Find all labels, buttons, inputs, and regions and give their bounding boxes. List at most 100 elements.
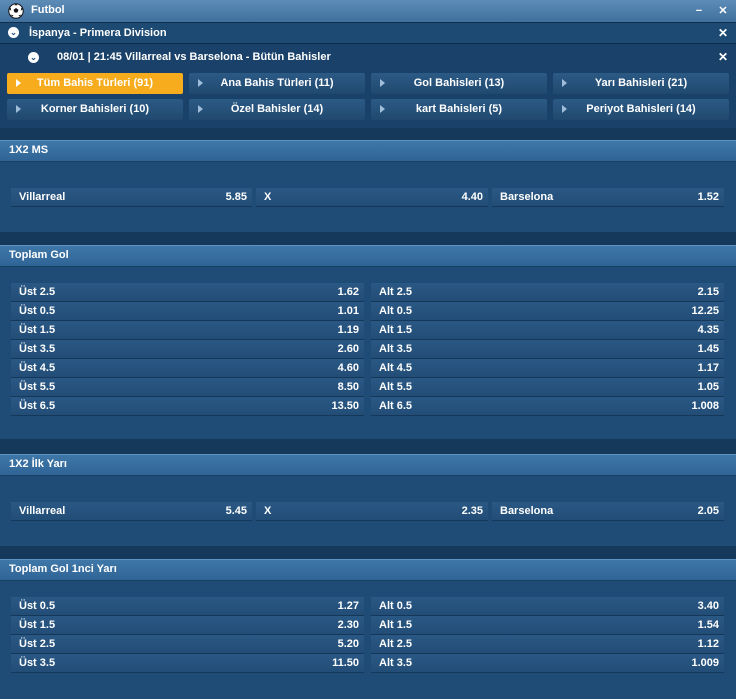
match-title: 08/01 | 21:45 Villarreal vs Barselona - …: [57, 51, 331, 63]
bet-odds: 1.27: [337, 600, 359, 612]
bet-cell-over[interactable]: Üst 5.5 8.50: [11, 378, 364, 397]
bet-cell-over[interactable]: Üst 0.5 1.01: [11, 302, 364, 321]
bet-cell-over[interactable]: Üst 6.5 13.50: [11, 397, 364, 416]
bet-odds: 2.05: [697, 505, 719, 517]
tab-goal-bets[interactable]: Gol Bahisleri (13): [371, 73, 547, 94]
bet-odds: 5.45: [225, 505, 247, 517]
bet-name: Üst 0.5: [19, 600, 56, 612]
bet-cell-under[interactable]: Alt 1.5 4.35: [371, 321, 724, 340]
window-titlebar: Futbol − ✕: [0, 0, 736, 23]
section-header-total-goals[interactable]: Toplam Gol: [0, 245, 736, 266]
bet-odds: 2.15: [697, 286, 719, 298]
bet-cell-over[interactable]: Üst 4.5 4.60: [11, 359, 364, 378]
bet-cell-over[interactable]: Üst 1.5 2.30: [11, 616, 364, 635]
bet-cell-under[interactable]: Alt 3.5 1.009: [371, 654, 724, 673]
bet-odds: 1.62: [337, 286, 359, 298]
bet-name: Alt 2.5: [379, 638, 413, 650]
bet-name: Alt 6.5: [379, 400, 413, 412]
tab-all-bets[interactable]: Tüm Bahis Türleri (91): [7, 73, 183, 94]
tab-label: Tüm Bahis Türleri (91): [36, 77, 154, 89]
bet-name: Üst 3.5: [19, 657, 56, 669]
bet-cell-under[interactable]: Alt 0.5 3.40: [371, 597, 724, 616]
bet-cell-away[interactable]: Barselona 1.52: [492, 188, 724, 207]
bet-name: Üst 1.5: [19, 324, 56, 336]
bet-name: Villarreal: [19, 191, 66, 203]
bet-odds: 1.05: [697, 381, 719, 393]
bet-odds: 1.008: [691, 400, 719, 412]
bet-cell-under[interactable]: Alt 6.5 1.008: [371, 397, 724, 416]
close-match-button[interactable]: ✕: [718, 50, 728, 64]
bet-cell-draw[interactable]: X 2.35: [256, 502, 488, 521]
tab-card-bets[interactable]: kart Bahisleri (5): [371, 99, 547, 120]
bet-odds: 1.52: [697, 191, 719, 203]
bet-odds: 13.50: [331, 400, 359, 412]
bet-cell-over[interactable]: Üst 0.5 1.27: [11, 597, 364, 616]
section-header-1x2-ms[interactable]: 1X2 MS: [0, 140, 736, 161]
bet-cell-home[interactable]: Villarreal 5.85: [11, 188, 252, 207]
minimize-button[interactable]: −: [691, 3, 707, 19]
match-bar: ⌄ 08/01 | 21:45 Villarreal vs Barselona …: [0, 44, 736, 70]
bet-name: Üst 2.5: [19, 638, 56, 650]
tab-period-bets[interactable]: Periyot Bahisleri (14): [553, 99, 729, 120]
bet-name: Alt 1.5: [379, 619, 413, 631]
bet-cell-under[interactable]: Alt 1.5 1.54: [371, 616, 724, 635]
bet-odds: 4.60: [337, 362, 359, 374]
bet-cell-away[interactable]: Barselona 2.05: [492, 502, 724, 521]
bet-cell-home[interactable]: Villarreal 5.45: [11, 502, 252, 521]
chevron-down-icon[interactable]: ⌄: [8, 27, 19, 38]
bet-name: Alt 0.5: [379, 600, 413, 612]
bet-name: Alt 3.5: [379, 657, 413, 669]
bet-cell-under[interactable]: Alt 3.5 1.45: [371, 340, 724, 359]
bet-odds: 2.35: [461, 505, 483, 517]
window-title: Futbol: [31, 4, 65, 16]
bet-name: Üst 5.5: [19, 381, 56, 393]
bet-cell-over[interactable]: Üst 1.5 1.19: [11, 321, 364, 340]
bet-cell-under[interactable]: Alt 0.5 12.25: [371, 302, 724, 321]
bet-name: Alt 3.5: [379, 343, 413, 355]
tab-special-bets[interactable]: Özel Bahisler (14): [189, 99, 365, 120]
section-title: 1X2 İlk Yarı: [9, 458, 67, 470]
section-header-total-goals-first-half[interactable]: Toplam Gol 1nci Yarı: [0, 559, 736, 580]
bet-odds: 1.009: [691, 657, 719, 669]
bet-odds: 4.35: [697, 324, 719, 336]
bet-odds: 1.17: [697, 362, 719, 374]
bet-odds: 5.85: [225, 191, 247, 203]
section-title: Toplam Gol: [9, 249, 69, 261]
bet-odds: 11.50: [332, 657, 359, 669]
bet-odds: 3.40: [697, 600, 719, 612]
bet-cell-under[interactable]: Alt 5.5 1.05: [371, 378, 724, 397]
bet-odds: 1.19: [337, 324, 359, 336]
bet-cell-over[interactable]: Üst 2.5 1.62: [11, 283, 364, 302]
chevron-down-icon[interactable]: ⌄: [28, 52, 39, 63]
bet-name: Üst 6.5: [19, 400, 56, 412]
bet-odds: 1.01: [337, 305, 359, 317]
bet-cell-under[interactable]: Alt 2.5 2.15: [371, 283, 724, 302]
section-body-1x2-first-half: Villarreal 5.45 X 2.35 Barselona 2.05: [0, 475, 736, 546]
section-body-1x2-ms: Villarreal 5.85 X 4.40 Barselona 1.52: [0, 161, 736, 232]
bet-name: Alt 2.5: [379, 286, 413, 298]
bet-cell-under[interactable]: Alt 2.5 1.12: [371, 635, 724, 654]
bet-name: Alt 1.5: [379, 324, 413, 336]
close-league-button[interactable]: ✕: [718, 26, 728, 40]
tab-label: Gol Bahisleri (13): [413, 77, 505, 89]
bet-cell-over[interactable]: Üst 3.5 2.60: [11, 340, 364, 359]
section-header-1x2-first-half[interactable]: 1X2 İlk Yarı: [0, 454, 736, 475]
section-body-total-goals: Üst 2.5 1.62 Alt 2.5 2.15 Üst 0.5 1.01 Alt …: [0, 266, 736, 439]
bet-cell-over[interactable]: Üst 3.5 11.50: [11, 654, 364, 673]
tab-half-bets[interactable]: Yarı Bahisleri (21): [553, 73, 729, 94]
tab-main-bets[interactable]: Ana Bahis Türleri (11): [189, 73, 365, 94]
bet-cell-over[interactable]: Üst 2.5 5.20: [11, 635, 364, 654]
bet-name: Üst 3.5: [19, 343, 56, 355]
league-title: İspanya - Primera Division: [29, 27, 167, 39]
bet-cell-draw[interactable]: X 4.40: [256, 188, 488, 207]
bet-name: Barselona: [500, 505, 554, 517]
close-window-button[interactable]: ✕: [715, 3, 731, 19]
bet-name: Üst 0.5: [19, 305, 56, 317]
bet-name: X: [264, 505, 272, 517]
bet-name: X: [264, 191, 272, 203]
tab-label: Periyot Bahisleri (14): [586, 103, 696, 115]
bet-name: Üst 1.5: [19, 619, 56, 631]
bet-name: Alt 4.5: [379, 362, 413, 374]
tab-corner-bets[interactable]: Korner Bahisleri (10): [7, 99, 183, 120]
bet-cell-under[interactable]: Alt 4.5 1.17: [371, 359, 724, 378]
